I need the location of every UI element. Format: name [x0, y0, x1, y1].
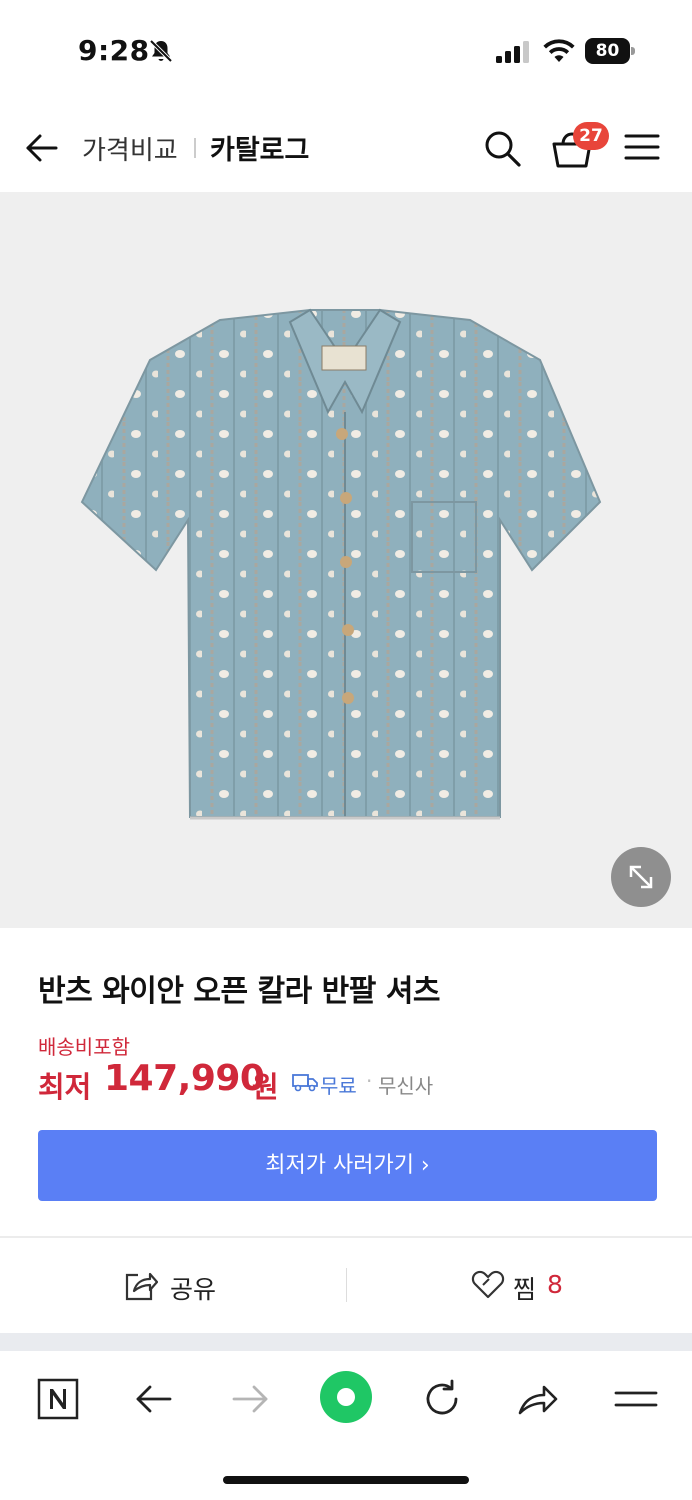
shipping-included-label: 배송비포함 [38, 1035, 130, 1059]
browser-toolbar [0, 1351, 692, 1500]
truck-icon [292, 1074, 318, 1092]
share-label: 공유 [170, 1275, 217, 1304]
price-prefix: 최저 [38, 1070, 92, 1104]
status-time: 9:28 [78, 34, 150, 67]
wifi-icon [543, 39, 575, 62]
share-icon[interactable] [514, 1375, 562, 1423]
more-icon[interactable] [612, 1375, 660, 1423]
product-image-area[interactable] [0, 192, 692, 928]
battery-cap [631, 47, 635, 55]
home-indicator [223, 1476, 469, 1484]
signal-icon [496, 41, 529, 63]
breadcrumb-compare[interactable]: 가격비교 [82, 130, 178, 167]
app-header: 가격비교 카탈로그 27 [0, 100, 692, 192]
buy-lowest-price-button[interactable]: 최저가 사러가기 › [38, 1130, 657, 1201]
like-button[interactable]: 찜 8 [347, 1238, 692, 1333]
free-shipping-label: 무료 [320, 1074, 357, 1098]
back-arrow-icon[interactable] [24, 130, 60, 166]
share-icon [125, 1272, 158, 1301]
price-value: 147,990 [104, 1058, 265, 1099]
menu-icon[interactable] [624, 132, 660, 162]
home-icon[interactable] [320, 1371, 372, 1423]
product-title: 반츠 와이안 오픈 칼라 반팔 셔츠 [38, 974, 441, 1009]
price-row: 최저 147,990 원 무료 · 무신사 [38, 1058, 658, 1108]
expand-image-button[interactable] [611, 847, 671, 907]
action-row: 공유 찜 8 [0, 1238, 692, 1333]
search-icon[interactable] [482, 128, 522, 168]
breadcrumb-separator [194, 138, 196, 158]
forward-icon[interactable] [226, 1375, 274, 1423]
reload-icon[interactable] [418, 1375, 466, 1423]
section-separator [0, 1333, 692, 1351]
expand-icon [629, 865, 653, 889]
back-icon[interactable] [130, 1375, 178, 1423]
bell-slash-icon [149, 39, 173, 63]
heart-icon [471, 1270, 505, 1299]
dot-separator: · [366, 1069, 373, 1093]
battery-level: 80 [585, 38, 630, 64]
price-unit: 원 [252, 1070, 279, 1104]
home-icon-dot [337, 1388, 355, 1406]
cart-count-badge: 27 [573, 122, 609, 150]
seller-label: 무신사 [378, 1074, 434, 1098]
like-label: 찜 [513, 1275, 537, 1304]
status-bar: 9:28 80 [0, 0, 692, 100]
battery-icon: 80 [585, 38, 635, 64]
like-count: 8 [547, 1270, 563, 1299]
shirt-image [80, 308, 602, 820]
naver-icon[interactable] [34, 1375, 82, 1423]
breadcrumb-catalog[interactable]: 카탈로그 [210, 128, 309, 167]
share-button[interactable]: 공유 [0, 1238, 346, 1333]
